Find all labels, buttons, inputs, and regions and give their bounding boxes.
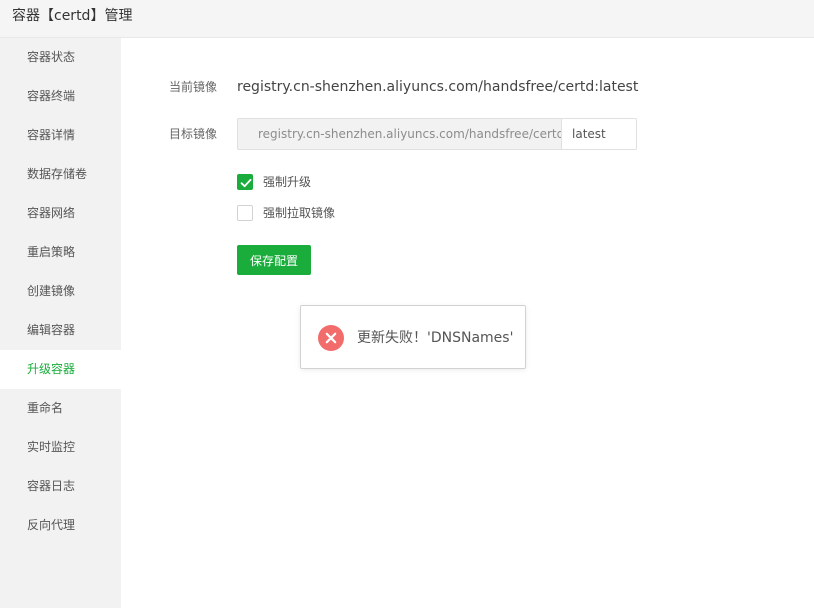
force-pull-label: 强制拉取镜像 <box>263 206 336 220</box>
sidebar-item-create-image[interactable]: 创建镜像 <box>0 272 121 311</box>
save-config-button[interactable]: 保存配置 <box>237 245 311 275</box>
force-upgrade-label: 强制升级 <box>263 175 312 189</box>
sidebar-item-terminal[interactable]: 容器终端 <box>0 77 121 116</box>
current-image-value: registry.cn-shenzhen.aliyuncs.com/handsf… <box>237 79 639 95</box>
force-pull-checkbox[interactable] <box>237 205 253 221</box>
sidebar-item-logs[interactable]: 容器日志 <box>0 467 121 506</box>
sidebar-item-reverse-proxy[interactable]: 反向代理 <box>0 506 121 545</box>
sidebar-item-status[interactable]: 容器状态 <box>0 38 121 77</box>
target-image-input[interactable] <box>237 118 562 150</box>
page-title: 容器【certd】管理 <box>12 8 133 24</box>
sidebar-item-monitor[interactable]: 实时监控 <box>0 428 121 467</box>
sidebar-item-volumes[interactable]: 数据存储卷 <box>0 155 121 194</box>
sidebar-item-restart-policy[interactable]: 重启策略 <box>0 233 121 272</box>
current-image-label: 当前镜像 <box>169 80 218 94</box>
toast-message: 更新失败！'DNSNames' <box>357 330 514 346</box>
sidebar-item-upgrade-container[interactable]: 升级容器 <box>0 350 121 389</box>
sidebar-item-edit-container[interactable]: 编辑容器 <box>0 311 121 350</box>
checkmark-icon <box>240 178 252 188</box>
error-circle-icon <box>318 325 344 351</box>
sidebar: 容器状态 容器终端 容器详情 数据存储卷 容器网络 重启策略 创建镜像 编辑容器… <box>0 38 121 608</box>
sidebar-item-rename[interactable]: 重命名 <box>0 389 121 428</box>
error-toast: 更新失败！'DNSNames' <box>300 305 526 369</box>
page-header: 容器【certd】管理 <box>0 0 814 38</box>
target-image-label: 目标镜像 <box>169 127 218 141</box>
force-upgrade-checkbox[interactable] <box>237 174 253 190</box>
sidebar-item-network[interactable]: 容器网络 <box>0 194 121 233</box>
target-tag-input[interactable] <box>561 118 637 150</box>
sidebar-item-details[interactable]: 容器详情 <box>0 116 121 155</box>
